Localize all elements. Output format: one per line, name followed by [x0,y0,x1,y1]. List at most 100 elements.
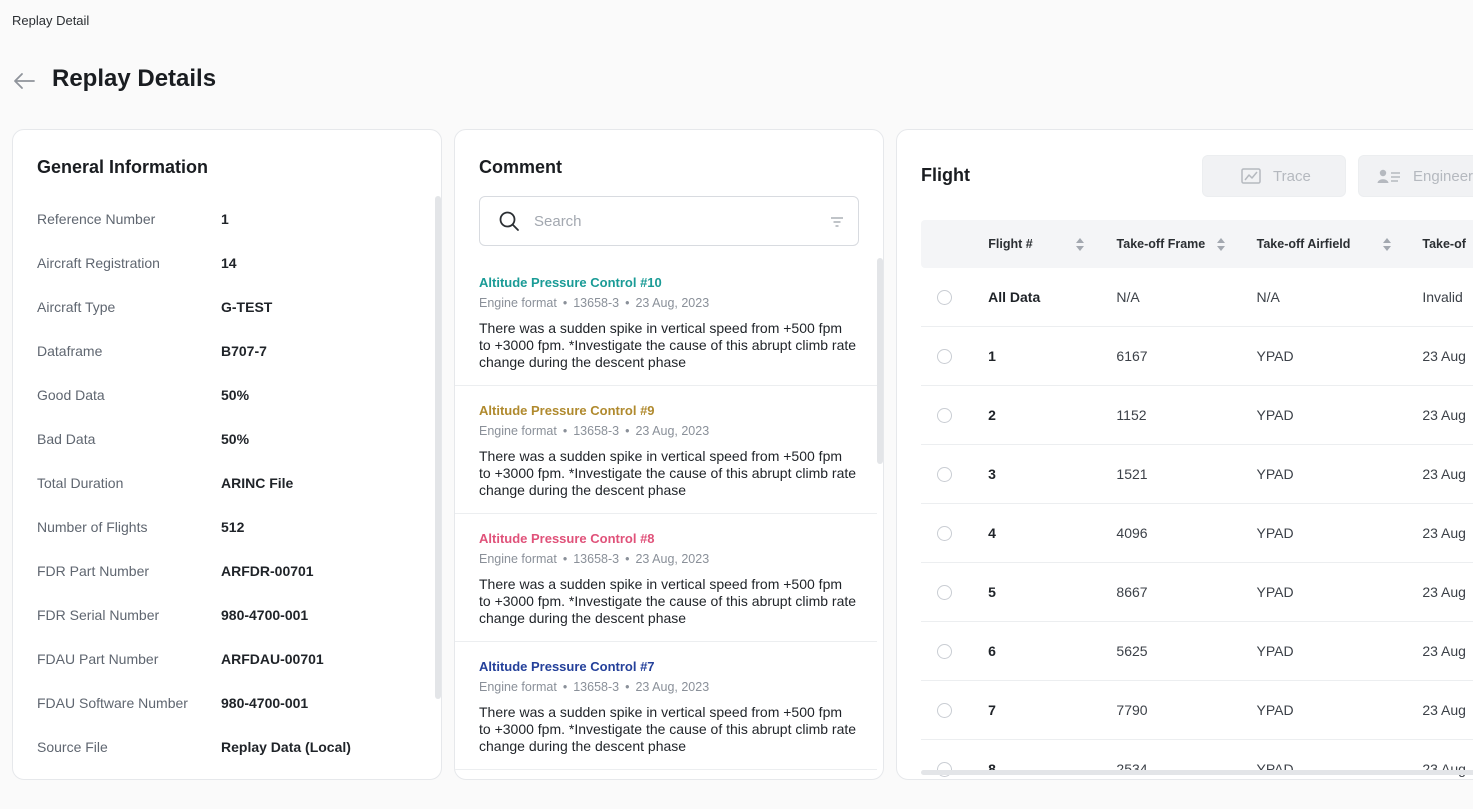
comment-item[interactable]: Altitude Pressure Control #7 Engine forma… [455,642,877,770]
row-radio[interactable] [937,584,952,600]
flight-number-cell: 1 [988,348,996,364]
row-radio[interactable] [937,702,952,718]
sort-icon[interactable] [1216,237,1225,251]
back-arrow-icon[interactable] [12,70,36,92]
sort-icon[interactable] [1382,237,1391,251]
comment-search-box[interactable] [479,196,859,246]
comment-date: 23 Aug, 2023 [635,296,710,310]
info-value: 50% [221,431,250,447]
info-row: FDAU Software Number 980-4700-001 [37,681,427,725]
info-row: Aircraft Registration 14 [37,241,427,285]
flight-number-cell: 4 [988,525,996,541]
table-row[interactable]: 5 8667 YPAD 23 Aug [921,563,1473,622]
trace-button[interactable]: Trace [1202,155,1346,197]
table-row[interactable]: 4 4096 YPAD 23 Aug [921,504,1473,563]
comment-format: Engine format [479,424,557,438]
flight-table-header: Flight # Take-off Frame Take-off Airfiel… [921,220,1473,268]
flight-number-cell: 5 [988,584,996,600]
general-scrollbar[interactable] [435,196,441,699]
takeoff-frame-cell: 7790 [1116,702,1148,718]
info-label: FDAU Software Number [37,695,188,711]
row-radio[interactable] [937,407,952,423]
comment-item[interactable]: Altitude Pressure Control #10 Engine form… [455,258,877,386]
engineering-button[interactable]: Engineeri [1358,155,1473,197]
comment-item-meta: Engine format • 13658-3 • 23 Aug, 2023 [479,424,853,438]
flight-number-cell: 6 [988,643,996,659]
breadcrumb[interactable]: Replay Detail [12,13,89,28]
takeoff-date-cell: 23 Aug [1422,584,1466,600]
comment-item-body: There was a sudden spike in vertical spe… [479,320,857,370]
takeoff-airfield-cell: YPAD [1256,525,1294,541]
flight-number-cell: 2 [988,407,996,423]
comment-item-title[interactable]: Altitude Pressure Control #8 [479,531,853,546]
user-list-icon [1377,169,1400,183]
filter-icon[interactable] [830,215,844,229]
comment-item[interactable]: Altitude Pressure Control #9 Engine forma… [455,386,877,514]
row-radio[interactable] [937,643,952,659]
takeoff-frame-cell: 6167 [1116,348,1148,364]
separator-dot: • [625,424,630,438]
flight-number-cell: 7 [988,702,996,718]
info-value: ARINC File [221,475,294,491]
info-label: Total Duration [37,475,124,491]
table-row[interactable]: 1 6167 YPAD 23 Aug [921,327,1473,386]
column-header-takeoff-date[interactable]: Take-of [1422,237,1473,251]
info-value: Replay Data (Local) [221,739,351,755]
takeoff-frame-cell: 1152 [1116,407,1147,423]
separator-dot: • [625,680,630,694]
comment-item-title[interactable]: Altitude Pressure Control #10 [479,275,853,290]
comment-format: Engine format [479,552,557,566]
comment-code: 13658-3 [573,552,620,566]
comment-item[interactable]: Altitude Pressure Control #8 Engine forma… [455,514,877,642]
comment-format: Engine format [479,680,557,694]
info-row: FDR Part Number ARFDR-00701 [37,549,427,593]
takeoff-date-cell: 23 Aug [1422,466,1466,482]
sort-icon[interactable] [1076,237,1085,251]
row-radio[interactable] [937,525,952,541]
row-radio[interactable] [937,348,952,364]
table-row[interactable]: 7 7790 YPAD 23 Aug [921,681,1473,740]
row-radio[interactable] [937,466,952,482]
column-header-takeoff-airfield[interactable]: Take-off Airfield [1257,237,1423,251]
info-label: FDR Part Number [37,563,150,579]
takeoff-airfield-cell: YPAD [1256,643,1294,659]
comment-item-meta: Engine format • 13658-3 • 23 Aug, 2023 [479,552,853,566]
search-input[interactable] [534,212,814,230]
row-radio[interactable] [937,289,952,305]
info-value: G-TEST [221,299,273,315]
comment-item-title[interactable]: Altitude Pressure Control #7 [479,659,853,674]
table-row[interactable]: 6 5625 YPAD 23 Aug [921,622,1473,681]
info-label: Reference Number [37,211,156,227]
takeoff-frame-cell: 4096 [1116,525,1148,541]
separator-dot: • [562,424,568,438]
info-value: 1 [221,211,229,227]
row-select-cell [921,702,988,718]
general-information-card: General Information Reference Number 1 Air… [12,129,442,780]
flight-horizontal-scrollbar[interactable] [921,770,1473,775]
takeoff-airfield-cell: YPAD [1256,348,1294,364]
comment-item-title[interactable]: Altitude Pressure Control #9 [479,403,853,418]
comment-code: 13658-3 [573,296,620,310]
row-select-cell [921,348,988,364]
page-title: Replay Details [52,65,217,92]
row-select-cell [921,525,988,541]
takeoff-date-cell: Invalid [1422,289,1463,305]
table-row[interactable]: 2 1152 YPAD 23 Aug [921,386,1473,445]
column-header-takeoff-frame[interactable]: Take-off Frame [1117,237,1257,251]
separator-dot: • [562,552,568,566]
comment-item-meta: Engine format • 13658-3 • 23 Aug, 2023 [479,296,853,310]
search-icon [499,211,519,231]
column-header-flight-number[interactable]: Flight # [988,237,1116,251]
row-select-cell [921,584,988,600]
info-row: Bad Data 50% [37,417,427,461]
table-row[interactable]: 3 1521 YPAD 23 Aug [921,445,1473,504]
row-select-cell [921,289,988,305]
flight-table-body: All Data N/A N/A Invalid 1 6167 YPAD 23 Aug 2 115… [921,268,1473,779]
flight-number-cell: 3 [988,466,996,482]
comment-date: 23 Aug, 2023 [635,680,710,694]
table-row[interactable]: All Data N/A N/A Invalid [921,268,1473,327]
comment-item-meta: Engine format • 13658-3 • 23 Aug, 2023 [479,680,853,694]
comment-scrollbar[interactable] [877,258,883,464]
comment-code: 13658-3 [573,680,620,694]
info-value: 50% [221,387,250,403]
